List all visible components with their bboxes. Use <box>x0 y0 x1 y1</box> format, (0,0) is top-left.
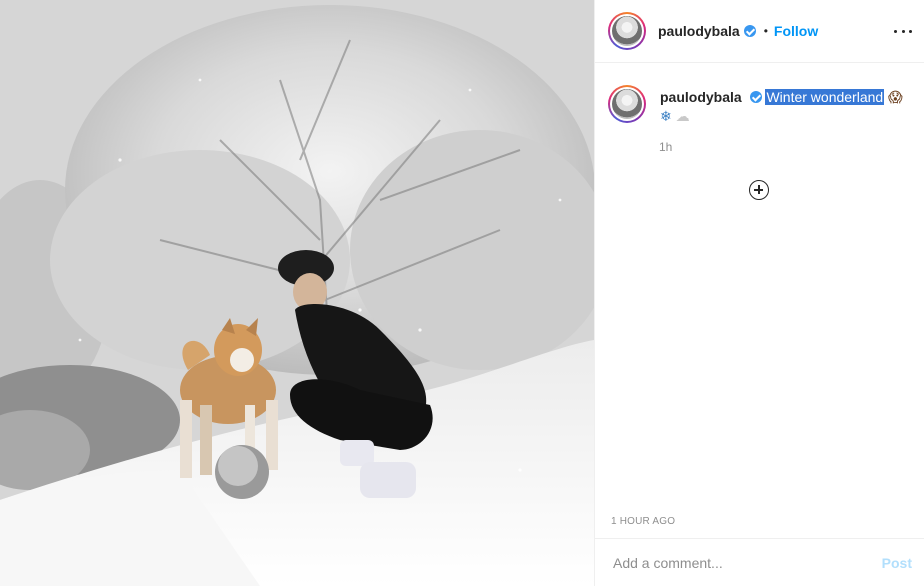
avatar[interactable] <box>608 12 646 50</box>
caption-avatar[interactable] <box>608 85 646 123</box>
post-photo[interactable] <box>0 0 594 586</box>
more-options-icon[interactable] <box>894 22 912 40</box>
avatar-frame <box>610 87 644 121</box>
post-modal: paulodybala • Follow paulodybala Winter … <box>0 0 924 586</box>
cloud-icon: ☁ <box>675 109 690 125</box>
caption-age[interactable]: 1h <box>659 140 924 154</box>
snow-scene-image <box>0 0 594 586</box>
screaming-face-icon: 😱 <box>888 90 903 106</box>
caption-text: Winter wonderland <box>765 89 885 105</box>
caption-username[interactable]: paulodybala <box>660 89 742 105</box>
avatar-image <box>612 89 642 119</box>
caption-body: paulodybala Winter wonderland 😱 ❄ ☁ <box>660 85 903 126</box>
follow-button[interactable]: Follow <box>774 23 818 39</box>
post-timestamp[interactable]: 1 HOUR AGO <box>611 516 675 527</box>
more-dot <box>894 29 897 33</box>
avatar-frame <box>610 14 644 48</box>
comment-input[interactable] <box>611 553 882 572</box>
verified-badge-icon <box>749 91 762 103</box>
avatar-image <box>612 16 642 46</box>
header-username[interactable]: paulodybala <box>658 23 740 39</box>
snowflake-icon: ❄ <box>660 109 672 125</box>
more-dot <box>909 29 912 33</box>
post-header: paulodybala • Follow <box>595 0 924 63</box>
post-details-panel: paulodybala • Follow paulodybala Winter … <box>594 0 924 586</box>
plus-circle-icon[interactable] <box>749 180 769 200</box>
comment-form: Post <box>595 538 924 586</box>
verified-badge-icon <box>743 25 756 37</box>
post-comment-button[interactable]: Post <box>882 555 912 571</box>
comments-section: paulodybala Winter wonderland 😱 ❄ ☁ 1h <box>595 63 924 200</box>
header-separator: • <box>763 24 768 38</box>
caption-row: paulodybala Winter wonderland 😱 ❄ ☁ <box>595 63 924 126</box>
more-dot <box>901 29 905 33</box>
